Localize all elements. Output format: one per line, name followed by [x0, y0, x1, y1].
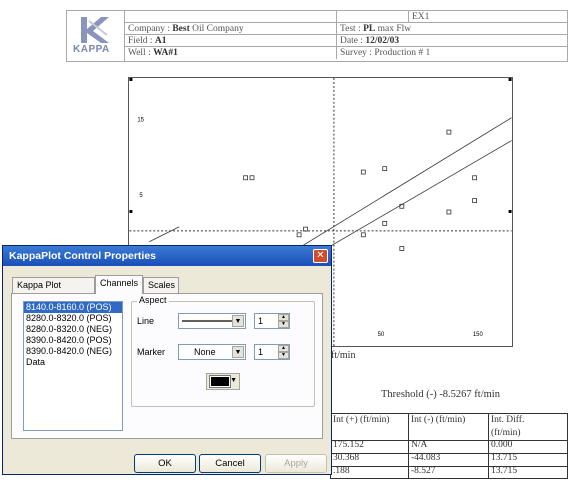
- cell: 0.000: [491, 440, 513, 450]
- header-int-pos: Int (+) (ft/min): [333, 415, 390, 425]
- marker-select[interactable]: None ▼: [178, 344, 246, 360]
- threshold-text: Threshold (-) -8.5267 ft/min: [381, 389, 500, 400]
- kappaplot-control-dialog: KappaPlot Control Properties ✕ Kappa Plo…: [2, 245, 332, 475]
- apply-button[interactable]: Apply: [265, 454, 327, 473]
- cell: -8.527: [411, 466, 436, 476]
- list-item[interactable]: 8390.0-8420.0 (POS): [24, 335, 122, 346]
- cell: -44.083: [411, 453, 441, 463]
- cell: 13.715: [491, 453, 518, 463]
- header-row-well: Well : WA#1 Survey : Production # 1: [125, 47, 567, 59]
- data-point: [382, 221, 388, 226]
- header-int-neg: Int (-) (ft/min): [411, 415, 466, 425]
- cell: 175.152: [333, 440, 364, 450]
- list-item[interactable]: 8280.0-8320.0 (POS): [24, 313, 122, 324]
- ex-label: EX1: [412, 12, 430, 22]
- data-point: [382, 166, 388, 172]
- dialog-title: KappaPlot Control Properties: [9, 250, 157, 262]
- field-cell: Field : A1: [125, 35, 337, 47]
- spin-up-icon[interactable]: ▲: [278, 345, 289, 352]
- y-tick-label: 15: [137, 118, 144, 124]
- well-cell: Well : WA#1: [125, 47, 337, 59]
- list-item[interactable]: 8390.0-8420.0 (NEG): [24, 346, 122, 357]
- spin-up-icon[interactable]: ▲: [278, 314, 289, 321]
- chevron-down-icon[interactable]: ▼: [232, 346, 244, 358]
- x-tick-label: 150: [473, 332, 484, 338]
- data-point: [249, 175, 255, 181]
- x-tick-label: 50: [378, 332, 385, 338]
- data-point: [472, 198, 477, 203]
- channel-list[interactable]: 8140.0-8160.0 (POS) 8280.0-8320.0 (POS) …: [23, 301, 123, 431]
- test-cell: Test : PL max Flw: [340, 24, 412, 34]
- marker-value: None: [194, 347, 216, 357]
- col-int-neg: Int (-) (ft/min) N/A -44.083 -8.527: [409, 414, 489, 478]
- data-point: [360, 232, 366, 238]
- list-item[interactable]: Data: [24, 357, 122, 368]
- cancel-button[interactable]: Cancel: [199, 454, 261, 473]
- survey-cell: Survey : Production # 1: [340, 48, 431, 58]
- report-header: KAPPA EX1 Company : Best Oil Company Tes…: [66, 10, 568, 62]
- color-picker[interactable]: ▼: [206, 373, 240, 390]
- line-label: Line: [137, 316, 155, 326]
- header-row-company: Company : Best Oil Company Test : PL max…: [125, 23, 567, 35]
- logo-text: KAPPA: [73, 44, 110, 55]
- data-point: [360, 169, 366, 175]
- cell: 13.715: [491, 466, 518, 476]
- header-int-diff-unit: (ft/min): [491, 428, 521, 438]
- header-row-top: EX1: [125, 11, 567, 23]
- results-table: Int (+) (ft/min) 175.152 30.368 .188 Int…: [330, 413, 568, 479]
- tab-kappa-plot-control[interactable]: Kappa Plot Control: [12, 277, 95, 305]
- line-style-select[interactable]: ▼: [178, 313, 246, 329]
- color-swatch: [209, 375, 231, 388]
- spin-down-icon[interactable]: ▼: [278, 321, 289, 328]
- header-row-field: Field : A1 Date : 12/02/03: [125, 35, 567, 47]
- date-cell: Date : 12/02/03: [340, 36, 400, 46]
- aspect-label: Aspect: [137, 295, 169, 305]
- y-tick-label: 5: [139, 193, 143, 199]
- cell: 30.368: [333, 453, 360, 463]
- marker-size-spinner[interactable]: 1 ▲ ▼: [254, 344, 290, 360]
- corner-marker: [129, 78, 133, 81]
- data-point: [399, 246, 405, 251]
- list-item[interactable]: 8140.0-8160.0 (POS): [24, 302, 122, 313]
- tab-scales[interactable]: Scales: [143, 277, 179, 293]
- data-point: [243, 175, 248, 181]
- cell: N/A: [411, 440, 428, 450]
- line-width-spinner[interactable]: 1 ▲ ▼: [254, 313, 290, 329]
- spin-down-icon[interactable]: ▼: [278, 352, 289, 359]
- kappa-logo: KAPPA: [67, 11, 125, 61]
- data-point: [296, 232, 302, 238]
- dialog-titlebar[interactable]: KappaPlot Control Properties: [3, 246, 331, 266]
- data-point: [446, 209, 452, 215]
- cell: .188: [333, 466, 350, 476]
- ok-button[interactable]: OK: [134, 454, 196, 473]
- col-int-diff: Int. Diff. (ft/min) 0.000 13.715 13.715: [489, 414, 567, 478]
- data-point: [446, 129, 452, 135]
- close-button[interactable]: ✕: [313, 249, 328, 263]
- marker-label: Marker: [137, 347, 166, 357]
- company-cell: Company : Best Oil Company: [125, 23, 337, 35]
- header-int-diff: Int. Diff.: [491, 415, 525, 425]
- x-axis-unit: ft/min: [331, 350, 356, 361]
- corner-marker: [508, 78, 512, 81]
- col-int-pos: Int (+) (ft/min) 175.152 30.368 .188: [331, 414, 409, 478]
- tab-channels[interactable]: Channels: [95, 275, 143, 294]
- regression-line-left: [149, 226, 180, 243]
- edge-marker: [129, 210, 133, 213]
- data-point: [472, 175, 477, 181]
- chevron-down-icon[interactable]: ▼: [232, 315, 244, 327]
- chevron-down-icon: ▼: [230, 377, 237, 384]
- edge-marker: [508, 210, 512, 213]
- list-item[interactable]: 8280.0-8320.0 (NEG): [24, 324, 122, 335]
